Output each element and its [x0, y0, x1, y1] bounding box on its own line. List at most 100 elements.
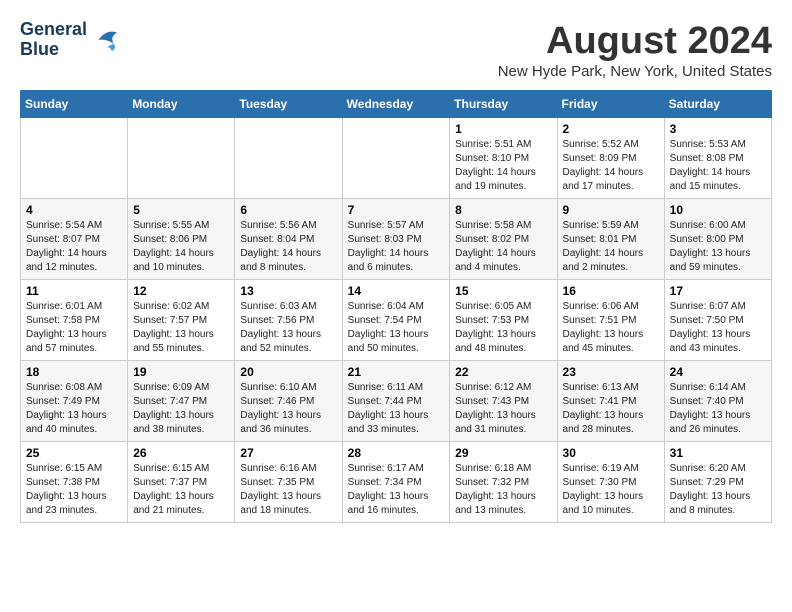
calendar-cell: 19 Sunrise: 6:09 AM Sunset: 7:47 PM Dayli…: [128, 361, 235, 442]
day-info: Sunrise: 5:53 AM Sunset: 8:08 PM Dayligh…: [670, 138, 766, 194]
day-info: Sunrise: 5:54 AM Sunset: 8:07 PM Dayligh…: [26, 219, 122, 275]
calendar-cell: 20Sunrise: 6:10 AM Sunset: 7:46 PM Dayli…: [235, 361, 342, 442]
month-title: August 2024: [498, 20, 772, 63]
day-number: 21: [348, 365, 445, 379]
calendar-week-row: 11 Sunrise: 6:01 AM Sunset: 7:58 PM Dayli…: [21, 280, 772, 361]
day-number: 10: [670, 203, 766, 217]
calendar-cell: 15Sunrise: 6:05 AM Sunset: 7:53 PM Dayli…: [450, 280, 557, 361]
day-info: Sunrise: 6:06 AM Sunset: 7:51 PM Dayligh…: [563, 300, 659, 356]
day-number: 19: [133, 365, 229, 379]
day-number: 24: [670, 365, 766, 379]
calendar-cell: 12 Sunrise: 6:02 AM Sunset: 7:57 PM Dayli…: [128, 280, 235, 361]
calendar-cell: 30 Sunrise: 6:19 AM Sunset: 7:30 PM Dayli…: [557, 442, 664, 523]
day-number: 25: [26, 446, 122, 460]
day-info: Sunrise: 6:19 AM Sunset: 7:30 PM Dayligh…: [563, 462, 659, 518]
calendar-cell: 2 Sunrise: 5:52 AM Sunset: 8:09 PM Daylig…: [557, 118, 664, 199]
day-info: Sunrise: 6:00 AM Sunset: 8:00 PM Dayligh…: [670, 219, 766, 275]
day-info: Sunrise: 6:13 AM Sunset: 7:41 PM Dayligh…: [563, 381, 659, 437]
day-number: 12: [133, 284, 229, 298]
calendar-cell: 6 Sunrise: 5:56 AM Sunset: 8:04 PM Daylig…: [235, 199, 342, 280]
calendar-cell: 22 Sunrise: 6:12 AM Sunset: 7:43 PM Dayli…: [450, 361, 557, 442]
calendar-cell: 23 Sunrise: 6:13 AM Sunset: 7:41 PM Dayli…: [557, 361, 664, 442]
day-info: Sunrise: 6:15 AM Sunset: 7:38 PM Dayligh…: [26, 462, 122, 518]
day-number: 8: [455, 203, 551, 217]
day-info: Sunrise: 5:58 AM Sunset: 8:02 PM Dayligh…: [455, 219, 551, 275]
day-number: 4: [26, 203, 122, 217]
day-info: Sunrise: 6:08 AM Sunset: 7:49 PM Dayligh…: [26, 381, 122, 437]
day-number: 31: [670, 446, 766, 460]
day-number: 30: [563, 446, 659, 460]
calendar-cell: 9 Sunrise: 5:59 AM Sunset: 8:01 PM Daylig…: [557, 199, 664, 280]
day-info: Sunrise: 5:56 AM Sunset: 8:04 PM Dayligh…: [240, 219, 336, 275]
day-number: 16: [563, 284, 659, 298]
day-info: Sunrise: 6:16 AM Sunset: 7:35 PM Dayligh…: [240, 462, 336, 518]
day-info: Sunrise: 6:17 AM Sunset: 7:34 PM Dayligh…: [348, 462, 445, 518]
day-number: 23: [563, 365, 659, 379]
calendar-cell: 28 Sunrise: 6:17 AM Sunset: 7:34 PM Dayli…: [342, 442, 450, 523]
day-number: 6: [240, 203, 336, 217]
day-info: Sunrise: 6:01 AM Sunset: 7:58 PM Dayligh…: [26, 300, 122, 356]
calendar-cell: 18 Sunrise: 6:08 AM Sunset: 7:49 PM Dayli…: [21, 361, 128, 442]
weekday-header: Saturday: [664, 91, 771, 118]
calendar-cell: 5Sunrise: 5:55 AM Sunset: 8:06 PM Daylig…: [128, 199, 235, 280]
day-info: Sunrise: 6:14 AM Sunset: 7:40 PM Dayligh…: [670, 381, 766, 437]
day-info: Sunrise: 6:15 AM Sunset: 7:37 PM Dayligh…: [133, 462, 229, 518]
calendar-week-row: 18 Sunrise: 6:08 AM Sunset: 7:49 PM Dayli…: [21, 361, 772, 442]
day-number: 22: [455, 365, 551, 379]
day-info: Sunrise: 5:51 AM Sunset: 8:10 PM Dayligh…: [455, 138, 551, 194]
day-info: Sunrise: 6:07 AM Sunset: 7:50 PM Dayligh…: [670, 300, 766, 356]
calendar-cell: 29 Sunrise: 6:18 AM Sunset: 7:32 PM Dayli…: [450, 442, 557, 523]
day-number: 27: [240, 446, 336, 460]
day-number: 17: [670, 284, 766, 298]
day-info: Sunrise: 5:52 AM Sunset: 8:09 PM Dayligh…: [563, 138, 659, 194]
day-number: 11: [26, 284, 122, 298]
day-info: Sunrise: 6:09 AM Sunset: 7:47 PM Dayligh…: [133, 381, 229, 437]
day-info: Sunrise: 6:12 AM Sunset: 7:43 PM Dayligh…: [455, 381, 551, 437]
day-number: 26: [133, 446, 229, 460]
calendar-week-row: 1 Sunrise: 5:51 AM Sunset: 8:10 PM Daylig…: [21, 118, 772, 199]
calendar-cell: 1 Sunrise: 5:51 AM Sunset: 8:10 PM Daylig…: [450, 118, 557, 199]
calendar-cell: 16 Sunrise: 6:06 AM Sunset: 7:51 PM Dayli…: [557, 280, 664, 361]
day-info: Sunrise: 6:11 AM Sunset: 7:44 PM Dayligh…: [348, 381, 445, 437]
day-info: Sunrise: 6:20 AM Sunset: 7:29 PM Dayligh…: [670, 462, 766, 518]
calendar-table: SundayMondayTuesdayWednesdayThursdayFrid…: [20, 90, 772, 523]
day-info: Sunrise: 5:57 AM Sunset: 8:03 PM Dayligh…: [348, 219, 445, 275]
calendar-cell: 14Sunrise: 6:04 AM Sunset: 7:54 PM Dayli…: [342, 280, 450, 361]
weekday-header: Monday: [128, 91, 235, 118]
day-info: Sunrise: 5:59 AM Sunset: 8:01 PM Dayligh…: [563, 219, 659, 275]
weekday-header: Thursday: [450, 91, 557, 118]
day-number: 3: [670, 122, 766, 136]
calendar-cell: [342, 118, 450, 199]
weekday-header: Friday: [557, 91, 664, 118]
calendar-cell: 27 Sunrise: 6:16 AM Sunset: 7:35 PM Dayli…: [235, 442, 342, 523]
calendar-cell: 25 Sunrise: 6:15 AM Sunset: 7:38 PM Dayli…: [21, 442, 128, 523]
calendar-cell: 8 Sunrise: 5:58 AM Sunset: 8:02 PM Daylig…: [450, 199, 557, 280]
location-subtitle: New Hyde Park, New York, United States: [498, 63, 772, 80]
day-info: Sunrise: 6:02 AM Sunset: 7:57 PM Dayligh…: [133, 300, 229, 356]
day-number: 9: [563, 203, 659, 217]
calendar-cell: [21, 118, 128, 199]
day-number: 7: [348, 203, 445, 217]
logo: General Blue: [20, 20, 121, 60]
weekday-header: Tuesday: [235, 91, 342, 118]
title-block: August 2024 New Hyde Park, New York, Uni…: [498, 20, 772, 80]
weekday-header: Sunday: [21, 91, 128, 118]
calendar-cell: 7 Sunrise: 5:57 AM Sunset: 8:03 PM Daylig…: [342, 199, 450, 280]
calendar-cell: 3 Sunrise: 5:53 AM Sunset: 8:08 PM Daylig…: [664, 118, 771, 199]
day-number: 1: [455, 122, 551, 136]
day-number: 28: [348, 446, 445, 460]
day-info: Sunrise: 6:05 AM Sunset: 7:53 PM Dayligh…: [455, 300, 551, 356]
day-number: 14: [348, 284, 445, 298]
calendar-cell: 31 Sunrise: 6:20 AM Sunset: 7:29 PM Dayli…: [664, 442, 771, 523]
logo-text: General Blue: [20, 20, 87, 60]
day-number: 18: [26, 365, 122, 379]
day-number: 29: [455, 446, 551, 460]
day-number: 2: [563, 122, 659, 136]
day-info: Sunrise: 6:10 AM Sunset: 7:46 PM Dayligh…: [240, 381, 336, 437]
calendar-cell: 4 Sunrise: 5:54 AM Sunset: 8:07 PM Daylig…: [21, 199, 128, 280]
logo-bird-icon: [91, 25, 121, 55]
day-number: 5: [133, 203, 229, 217]
calendar-cell: [128, 118, 235, 199]
calendar-week-row: 4 Sunrise: 5:54 AM Sunset: 8:07 PM Daylig…: [21, 199, 772, 280]
day-info: Sunrise: 6:18 AM Sunset: 7:32 PM Dayligh…: [455, 462, 551, 518]
